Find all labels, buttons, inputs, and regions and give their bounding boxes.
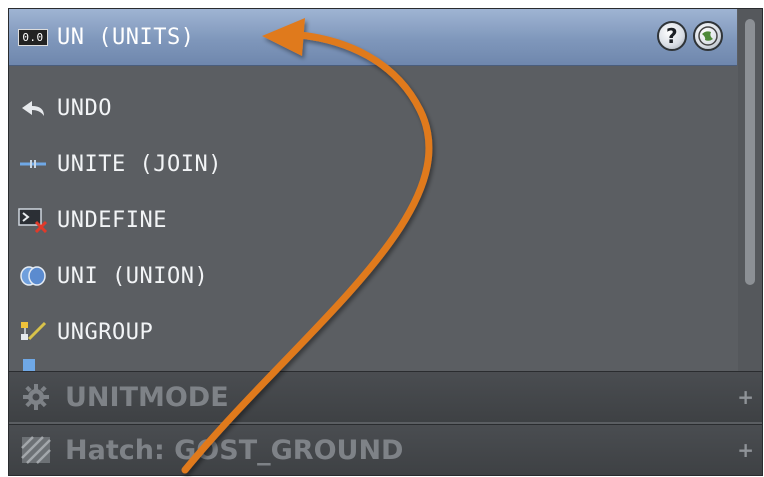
list-item-undo[interactable]: UNDO (9, 80, 737, 136)
list-item-partial (9, 355, 737, 371)
join-icon (18, 151, 48, 177)
list-item-label: UNITE (JOIN) (57, 151, 222, 177)
autocomplete-panel: 0.0 UN (UNITS) ? UNDO UNITE (JOIN) UNDEF… (8, 8, 763, 476)
scrollbar[interactable] (738, 9, 762, 371)
list-item-label: UNDO (57, 95, 112, 121)
units-icon-text: 0.0 (18, 28, 48, 46)
list-item-ungroup[interactable]: UNGROUP (9, 304, 737, 360)
gear-icon (19, 382, 53, 412)
list-item-undefine[interactable]: UNDEFINE (9, 192, 737, 248)
help-icons: ? (657, 21, 723, 51)
list-item-label: UNDEFINE (57, 207, 167, 233)
scrollbar-thumb[interactable] (745, 19, 755, 285)
units-readout-icon: 0.0 (18, 24, 48, 50)
expand-plus-icon[interactable]: + (737, 385, 754, 409)
list-item-units[interactable]: 0.0 UN (UNITS) ? (9, 9, 737, 66)
list-item-label: UN (UNITS) (57, 24, 195, 50)
help-icon[interactable]: ? (657, 21, 687, 51)
list-item-uni-union[interactable]: UNI (UNION) (9, 248, 737, 304)
undefine-icon (18, 207, 48, 233)
section-unitmode[interactable]: UNITMODE + (9, 371, 762, 422)
expand-plus-icon[interactable]: + (737, 438, 754, 462)
undo-arrow-icon (18, 95, 48, 121)
section-hatch-gost-ground[interactable]: Hatch: GOST_GROUND + (9, 424, 762, 475)
list-item-label: UNGROUP (57, 319, 154, 345)
list-item-unite-join[interactable]: UNITE (JOIN) (9, 136, 737, 192)
section-label: UNITMODE (65, 381, 229, 413)
ungroup-icon (18, 319, 48, 345)
section-label: Hatch: GOST_GROUND (65, 434, 404, 466)
union-icon (18, 263, 48, 289)
online-help-icon[interactable] (693, 21, 723, 51)
hatch-pattern-icon (19, 435, 53, 465)
list-item-label: UNI (UNION) (57, 263, 209, 289)
